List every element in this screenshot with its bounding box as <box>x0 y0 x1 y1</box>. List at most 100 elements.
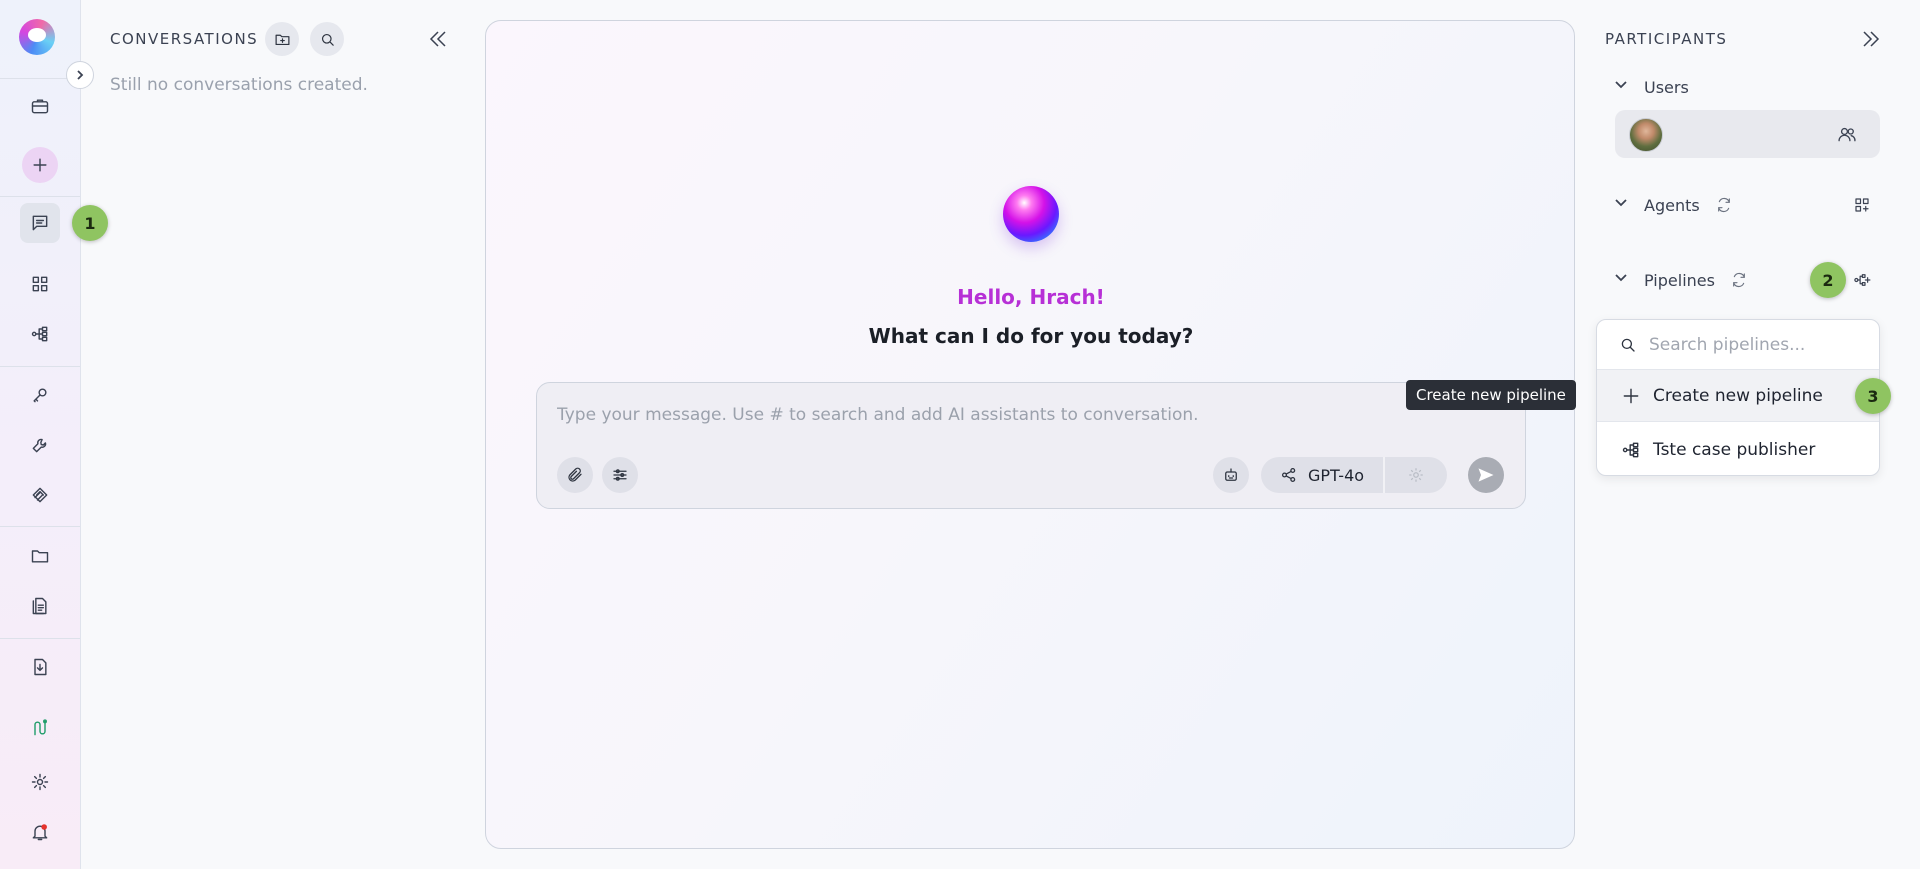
pipeline-item[interactable]: Tste case publisher <box>1597 424 1879 475</box>
files-icon <box>32 597 47 615</box>
rail-pipelines-button[interactable] <box>20 314 60 354</box>
create-pipeline-tooltip: Create new pipeline <box>1406 380 1576 410</box>
rail-divider <box>0 526 80 527</box>
pipelines-refresh-button[interactable] <box>1731 272 1747 288</box>
add-pipeline-button[interactable] <box>1853 271 1875 293</box>
wrench-icon <box>32 438 47 453</box>
rail-folder-button[interactable] <box>20 536 60 576</box>
rail-new-chat-button[interactable] <box>22 147 58 183</box>
expand-sidebar-button[interactable] <box>66 61 94 89</box>
avatar <box>1629 118 1663 152</box>
model-selector[interactable]: GPT-4o <box>1261 457 1447 493</box>
rail-divider <box>0 638 80 639</box>
assistant-orb-icon <box>1003 186 1059 242</box>
send-icon <box>1478 468 1494 482</box>
user-group-button[interactable] <box>1837 124 1857 148</box>
chevron-down-icon <box>1615 81 1627 89</box>
new-folder-button[interactable] <box>265 22 299 56</box>
rail-files-button[interactable] <box>20 586 60 626</box>
participants-title: PARTICIPANTS <box>1605 30 1728 48</box>
rail-prompts-button[interactable] <box>20 475 60 515</box>
agents-refresh-button[interactable] <box>1716 197 1732 213</box>
chevron-down-icon <box>1615 199 1627 207</box>
rail-divider <box>0 366 80 367</box>
conversations-title: CONVERSATIONS <box>110 30 259 48</box>
chat-area: Hello, Hrach! What can I do for you toda… <box>485 20 1575 849</box>
rail-notifications-button[interactable] <box>20 812 60 852</box>
agents-section-toggle[interactable]: Agents <box>1612 193 1732 217</box>
brand-icon <box>34 719 47 736</box>
prompts-icon <box>32 487 48 503</box>
share-nodes-icon <box>1281 467 1296 483</box>
model-settings-button[interactable] <box>1385 457 1447 493</box>
users-label: Users <box>1644 77 1689 97</box>
message-composer: GPT-4o <box>536 382 1526 509</box>
pipeline-icon <box>1622 442 1639 458</box>
user-card[interactable] <box>1615 110 1880 158</box>
sliders-icon <box>613 469 627 481</box>
collapse-participants-button[interactable] <box>1860 28 1882 50</box>
pipeline-item-label: Tste case publisher <box>1653 440 1816 460</box>
agent-button[interactable] <box>1213 457 1249 493</box>
paperclip-icon <box>568 467 582 482</box>
pipelines-section-toggle[interactable]: Pipelines <box>1612 268 1747 292</box>
step-badge-3: 3 <box>1855 378 1891 414</box>
import-icon <box>34 658 47 676</box>
pipelines-icon <box>31 326 48 342</box>
message-input[interactable] <box>557 401 1457 429</box>
double-chevron-left-icon <box>429 31 446 47</box>
apps-icon <box>32 276 48 292</box>
double-chevron-right-icon <box>1863 31 1880 47</box>
briefcase-icon <box>31 99 49 114</box>
users-section-toggle[interactable]: Users <box>1612 75 1689 99</box>
folder-plus-icon <box>275 34 289 45</box>
folder-icon <box>31 550 49 563</box>
rail-brand-button[interactable] <box>20 708 60 748</box>
model-select-button[interactable]: GPT-4o <box>1261 457 1385 493</box>
rail-import-button[interactable] <box>20 647 60 687</box>
rail-tools-button[interactable] <box>20 425 60 465</box>
rail-chat-button[interactable] <box>20 203 60 243</box>
pipelines-dropdown: Create new pipeline Tste case publisher <box>1596 319 1880 476</box>
apps-add-icon <box>1855 198 1869 212</box>
settings-icon <box>31 773 49 791</box>
attach-button[interactable] <box>557 457 593 493</box>
create-pipeline-option[interactable]: Create new pipeline <box>1597 370 1879 422</box>
search-icon <box>1621 338 1635 352</box>
key-icon <box>33 388 47 403</box>
step-badge-2: 2 <box>1810 262 1846 298</box>
plus-icon <box>33 158 47 172</box>
pipeline-add-icon <box>1854 274 1871 286</box>
agents-label: Agents <box>1644 195 1700 215</box>
collapse-conversations-button[interactable] <box>427 28 449 50</box>
chevron-right-icon <box>77 70 84 80</box>
step-badge-1: 1 <box>72 205 108 241</box>
left-rail <box>0 0 81 869</box>
app-logo-icon[interactable] <box>19 19 55 55</box>
robot-icon <box>1225 468 1237 481</box>
rail-apps-button[interactable] <box>20 264 60 304</box>
refresh-icon <box>1733 272 1745 288</box>
greeting-text: Hello, Hrach! <box>957 285 1105 309</box>
add-agent-button[interactable] <box>1853 196 1875 218</box>
users-icon <box>1838 127 1856 142</box>
search-conversations-button[interactable] <box>310 22 344 56</box>
pipelines-label: Pipelines <box>1644 270 1715 290</box>
pipeline-search-input[interactable] <box>1649 332 1869 358</box>
settings-sliders-button[interactable] <box>602 457 638 493</box>
chat-icon <box>32 215 48 231</box>
create-pipeline-label: Create new pipeline <box>1653 385 1823 406</box>
rail-briefcase-button[interactable] <box>20 86 60 126</box>
rail-keys-button[interactable] <box>20 375 60 415</box>
chevron-down-icon <box>1615 274 1627 282</box>
send-button[interactable] <box>1468 457 1504 493</box>
pipeline-search <box>1597 320 1879 370</box>
empty-conversations-text: Still no conversations created. <box>110 75 368 95</box>
notifications-icon <box>32 824 48 841</box>
plus-icon <box>1623 388 1639 403</box>
gear-icon <box>1409 468 1423 482</box>
rail-settings-button[interactable] <box>20 762 60 802</box>
prompt-question: What can I do for you today? <box>868 324 1194 348</box>
refresh-icon <box>1717 197 1730 213</box>
search-icon <box>321 33 334 46</box>
